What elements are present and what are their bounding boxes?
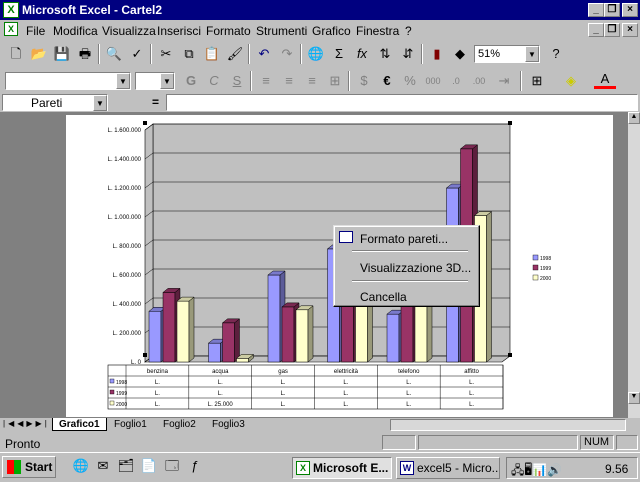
legend-label: 2000: [540, 276, 551, 282]
bar-side-gas-2000[interactable]: [307, 305, 314, 363]
table-legend-key: [109, 389, 115, 395]
legend-key: [532, 274, 539, 281]
bar-side-acqua-1999[interactable]: [234, 318, 240, 363]
excel-task-icon: X: [296, 461, 310, 475]
bar-gas-1998[interactable]: [267, 274, 281, 363]
task-excel5-word[interactable]: W excel5 - Micro...: [396, 457, 500, 479]
y-tick-label: L. 800.000: [113, 244, 142, 250]
bar-acqua-2000[interactable]: [236, 358, 249, 363]
horizontal-scrollbar[interactable]: [390, 419, 626, 431]
taskbar: Start 🌐 ✉ 🗂 📄 🗔 ƒ X Microsoft E... W exc…: [0, 452, 640, 480]
word-task-icon: W: [400, 461, 414, 475]
table-legend-key: [109, 400, 115, 406]
category-label: telefono: [398, 369, 420, 375]
table-cell: L.: [406, 380, 411, 386]
table-cell: L.: [406, 391, 411, 397]
bar-acqua-1998[interactable]: [208, 342, 221, 363]
outlook-icon[interactable]: ✉: [92, 456, 114, 476]
vertical-scrollbar[interactable]: ▲ ▼: [628, 112, 640, 418]
y-tick-label: L. 600.000: [113, 273, 142, 279]
table-cell: L.: [469, 402, 474, 408]
bar-benzina-2000[interactable]: [176, 300, 190, 363]
table-cell: L.: [343, 391, 348, 397]
table-cell: L. 25.000: [208, 402, 234, 408]
table-cell: L.: [343, 380, 348, 386]
selection-handle: [508, 121, 512, 125]
app-icon[interactable]: 🗔: [161, 456, 183, 476]
start-button[interactable]: Start: [2, 456, 56, 478]
category-label: acqua: [212, 369, 229, 375]
selection-handle: [143, 353, 147, 357]
sheet-tabs-bar: |◀◀▶▶| Grafico1 Foglio1 Foglio2 Foglio3: [0, 418, 640, 432]
channels-icon[interactable]: 📄: [138, 456, 160, 476]
category-label: elettricità: [334, 369, 359, 375]
table-cell: L.: [469, 391, 474, 397]
bar-telefono-1998[interactable]: [386, 313, 400, 363]
num-lock-indicator: NUM: [580, 435, 614, 450]
y-tick-label: L. 1.400.000: [108, 157, 142, 163]
category-label: affitto: [464, 369, 479, 375]
table-row-label: 2000: [116, 402, 127, 408]
selection-handle: [508, 353, 512, 357]
legend-label: 1998: [540, 256, 551, 262]
tray-icons[interactable]: 🖧🖥📊🔊: [511, 461, 562, 482]
table-cell: L.: [343, 402, 348, 408]
tab-nav-icon[interactable]: |◀◀▶▶|: [3, 419, 50, 428]
selection-handle: [143, 121, 147, 125]
table-row-label: 1999: [116, 391, 127, 397]
legend-key: [532, 264, 539, 271]
table-cell: L.: [406, 402, 411, 408]
tab-foglio3[interactable]: Foglio3: [206, 418, 251, 431]
menu-item-visualizzazione-3d[interactable]: Visualizzazione 3D...: [360, 261, 471, 275]
bar-side-affitto-2000[interactable]: [486, 211, 492, 363]
bar-benzina-1999[interactable]: [162, 292, 176, 363]
status-text: Pronto: [5, 437, 41, 451]
y-tick-label: L. 400.000: [113, 302, 142, 308]
y-tick-label: L. 1.600.000: [108, 128, 142, 134]
chart[interactable]: L. 1.600.000 L. 1.400.000 L. 1.200.000 L. 1…: [0, 0, 640, 480]
format-walls-icon: [339, 231, 353, 243]
legend-label: 1999: [540, 266, 551, 272]
bar-gas-2000[interactable]: [295, 309, 309, 363]
context-menu: Formato pareti... Visualizzazione 3D... …: [333, 225, 480, 307]
bar-telefono-1999[interactable]: [400, 299, 414, 363]
tab-foglio1[interactable]: Foglio1: [108, 418, 153, 431]
table-cell: L.: [281, 402, 286, 408]
table-cell: L.: [218, 391, 223, 397]
menu-item-cancella[interactable]: Cancella: [360, 290, 407, 304]
tab-grafico1[interactable]: Grafico1: [52, 418, 107, 431]
bar-side-benzina-2000[interactable]: [188, 296, 195, 363]
bar-benzina-1998[interactable]: [148, 311, 162, 363]
y-tick-label: L. 200.000: [113, 331, 142, 337]
bar-acqua-1999[interactable]: [222, 322, 235, 363]
legend-key: [532, 254, 539, 261]
table-row-label: 1998: [116, 380, 127, 386]
menu-item-formato-pareti[interactable]: Formato pareti...: [360, 232, 448, 246]
table-legend-key: [109, 378, 115, 384]
category-label: benzina: [147, 369, 169, 375]
category-label: gas: [278, 369, 288, 375]
system-tray: 🖧🖥📊🔊 9.56: [506, 457, 638, 479]
table-cell: L.: [155, 402, 160, 408]
y-tick-label: L. 1.000.000: [108, 215, 142, 221]
table-cell: L.: [155, 380, 160, 386]
windows-logo-icon: [7, 460, 21, 474]
y-tick-label: L. 1.200.000: [108, 186, 142, 192]
table-cell: L.: [469, 380, 474, 386]
table-cell: L.: [281, 391, 286, 397]
clock: 9.56: [605, 462, 629, 476]
scroll-down-icon[interactable]: ▼: [628, 392, 640, 404]
ie-icon[interactable]: 🌐: [70, 456, 92, 476]
tab-foglio2[interactable]: Foglio2: [157, 418, 202, 431]
table-cell: L.: [218, 380, 223, 386]
explorer-icon[interactable]: 🗂: [115, 456, 137, 476]
scroll-up-icon[interactable]: ▲: [628, 112, 640, 124]
table-cell: L.: [155, 391, 160, 397]
bar-gas-1999[interactable]: [281, 306, 295, 363]
quick-launch-icon[interactable]: ƒ: [184, 456, 206, 476]
task-microsoft-excel[interactable]: X Microsoft E...: [292, 457, 392, 479]
table-cell: L.: [281, 380, 286, 386]
status-bar: Pronto NUM: [0, 434, 640, 452]
